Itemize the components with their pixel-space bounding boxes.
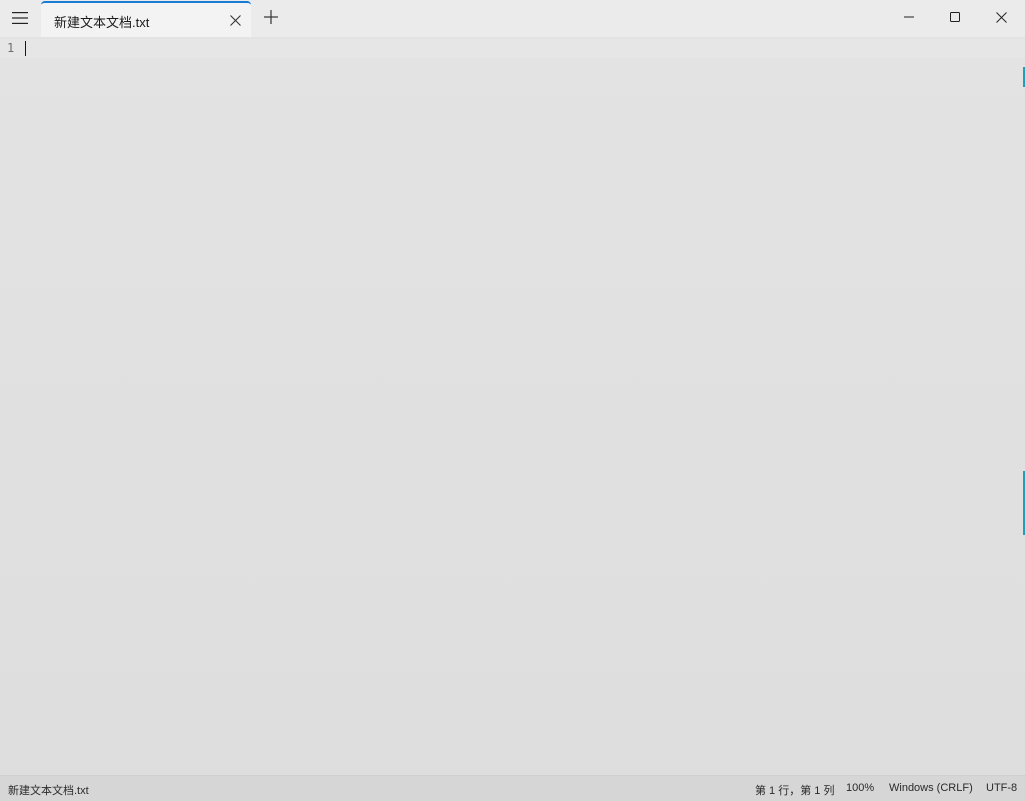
- close-icon: [995, 11, 1007, 23]
- hamburger-menu-icon: [12, 12, 28, 24]
- tab-label: 新建文本文档.txt: [54, 15, 150, 30]
- notepad-window: 新建文本文档.txt 1 新建文本文档.txt 第 1 行，第 1 列 100%…: [0, 0, 1025, 801]
- status-line-ending[interactable]: Windows (CRLF): [889, 782, 973, 794]
- status-file-name: 新建文本文档.txt: [8, 785, 89, 797]
- tab-close-button[interactable]: [227, 12, 243, 28]
- plus-icon: [264, 10, 278, 24]
- close-window-button[interactable]: [978, 0, 1024, 34]
- status-zoom[interactable]: 100%: [846, 782, 874, 794]
- minimize-button[interactable]: [886, 0, 932, 34]
- new-tab-button[interactable]: [258, 4, 284, 30]
- text-editor[interactable]: [24, 39, 1014, 769]
- maximize-icon: [950, 12, 960, 22]
- status-bar: 新建文本文档.txt 第 1 行，第 1 列 100% Windows (CRL…: [0, 775, 1025, 801]
- tab-document[interactable]: 新建文本文档.txt: [41, 1, 251, 37]
- status-cursor-position[interactable]: 第 1 行，第 1 列: [755, 782, 834, 798]
- minimize-icon: [904, 16, 914, 18]
- text-caret: [25, 41, 26, 56]
- menu-button[interactable]: [2, 2, 38, 34]
- editor-area: 1: [0, 37, 1025, 775]
- close-icon: [229, 14, 241, 26]
- maximize-button[interactable]: [932, 0, 978, 34]
- line-number: 1: [7, 41, 15, 55]
- title-bar: 新建文本文档.txt: [0, 0, 1025, 37]
- status-encoding[interactable]: UTF-8: [986, 782, 1017, 794]
